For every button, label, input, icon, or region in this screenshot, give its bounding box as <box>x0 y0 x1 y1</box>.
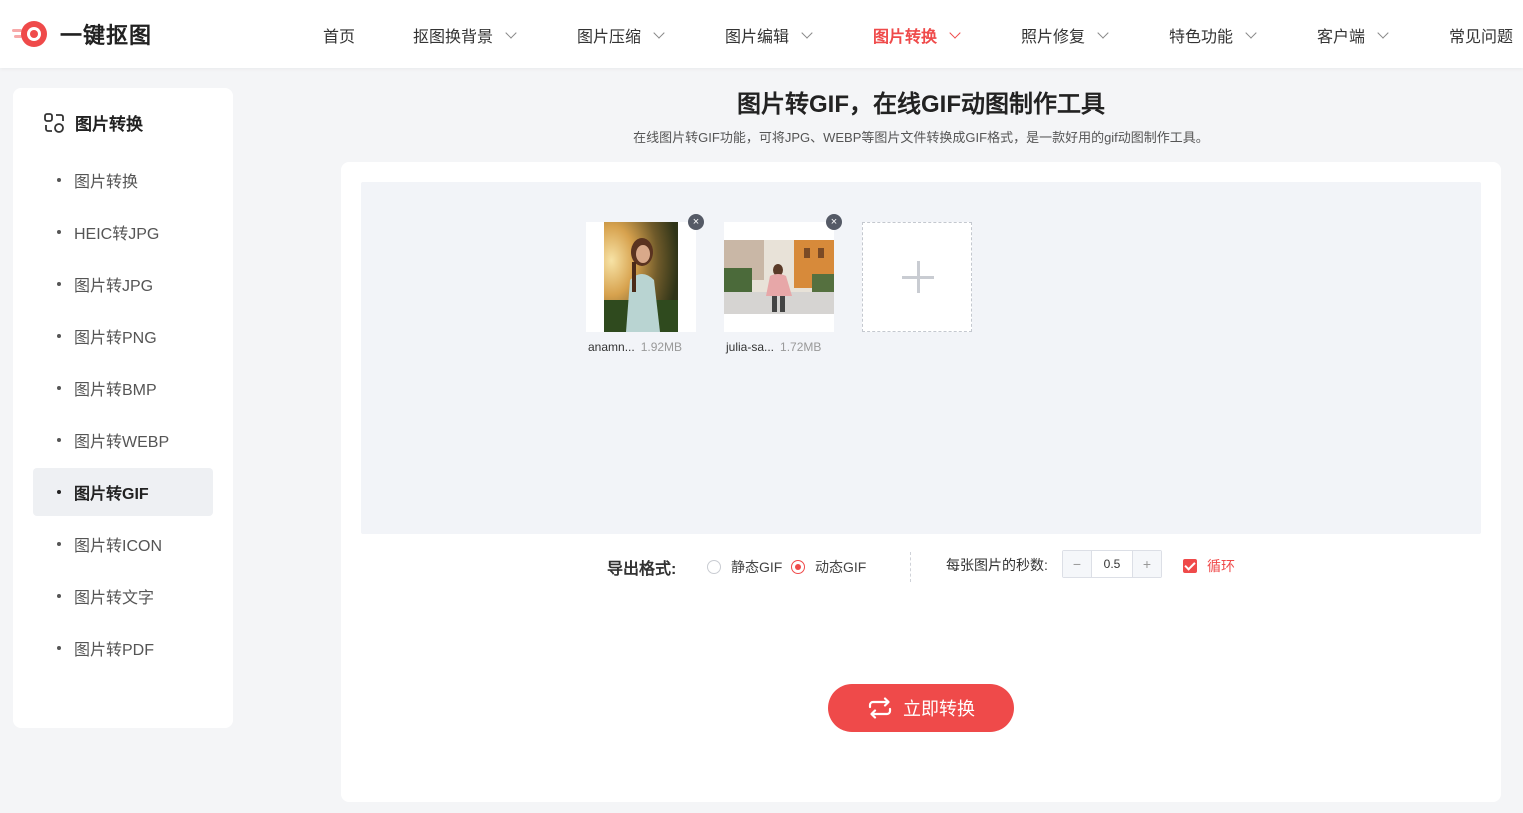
nav-convert[interactable]: 图片转换 <box>873 23 961 47</box>
nav-label: 特色功能 <box>1169 29 1234 46</box>
logo-icon <box>12 17 50 51</box>
page-title: 图片转GIF，在线GIF动图制作工具 <box>737 91 1105 118</box>
animated-gif-radio[interactable]: 动态GIF <box>791 557 866 577</box>
seconds-stepper: − 0.5 + <box>1062 550 1162 578</box>
nav-label: 图片转换 <box>873 29 938 46</box>
sidebar-item-label: 图片转ICON <box>74 538 163 555</box>
photo-thumbnail <box>724 240 834 314</box>
nav-label: 图片压缩 <box>577 29 642 46</box>
chevron-down-icon <box>505 26 517 39</box>
file-size: 1.72MB <box>780 340 822 354</box>
radio-off-icon <box>707 560 721 574</box>
chevron-down-icon <box>653 26 665 39</box>
sidebar-item-to-jpg[interactable]: 图片转JPG <box>33 260 213 308</box>
sidebar-item-label: 图片转换 <box>74 174 139 191</box>
sidebar-item-heic-jpg[interactable]: HEIC转JPG <box>33 208 213 256</box>
repeat-icon <box>868 697 892 719</box>
file-name: julia-sa... <box>726 340 775 354</box>
decrement-button[interactable]: − <box>1063 551 1091 577</box>
upload-dropzone[interactable]: × anamn... 1.92MB × julia-sa... 1.72MB <box>361 182 1481 534</box>
loop-label: 循环 <box>1207 558 1235 574</box>
nav-compress[interactable]: 图片压缩 <box>577 23 665 47</box>
remove-file-icon[interactable]: × <box>826 214 842 230</box>
photo-thumbnail <box>604 222 678 332</box>
bullet-icon <box>57 594 61 598</box>
bullet-icon <box>57 438 61 442</box>
remove-file-icon[interactable]: × <box>688 214 704 230</box>
increment-button[interactable]: + <box>1133 551 1161 577</box>
file-size: 1.92MB <box>640 340 683 354</box>
nav-cutout[interactable]: 抠图换背景 <box>413 23 517 47</box>
checkbox-checked-icon <box>1183 559 1197 573</box>
nav-faq[interactable]: 常见问题 <box>1449 23 1513 47</box>
chevron-down-icon <box>801 26 813 39</box>
sidebar: 图片转换 图片转换 HEIC转JPG 图片转JPG 图片转PNG 图片转BMP … <box>13 88 233 728</box>
sidebar-title-label: 图片转换 <box>75 115 143 134</box>
file-name: anamn... <box>588 340 635 354</box>
sidebar-title: 图片转换 <box>43 110 143 135</box>
nav-label: 常见问题 <box>1449 29 1514 46</box>
nav-label: 抠图换背景 <box>413 29 494 46</box>
nav-home[interactable]: 首页 <box>323 23 355 47</box>
sidebar-item-label: 图片转WEBP <box>74 434 170 451</box>
bullet-icon <box>57 230 61 234</box>
loop-checkbox[interactable]: 循环 <box>1183 556 1235 576</box>
file-thumbnail[interactable]: × <box>586 214 704 332</box>
convert-now-button[interactable]: 立即转换 <box>828 684 1014 732</box>
brand-logo[interactable]: 一键抠图 <box>12 17 152 51</box>
sidebar-item-to-pdf[interactable]: 图片转PDF <box>33 624 213 672</box>
sidebar-item-to-webp[interactable]: 图片转WEBP <box>33 416 213 464</box>
sidebar-item-label: 图片转JPG <box>74 278 154 295</box>
radio-on-icon <box>791 560 805 574</box>
sidebar-item-to-gif[interactable]: 图片转GIF <box>33 468 213 516</box>
nav-label: 客户端 <box>1317 29 1366 46</box>
sidebar-item-to-text[interactable]: 图片转文字 <box>33 572 213 620</box>
chevron-down-icon <box>1097 26 1109 39</box>
page-subtitle: 在线图片转GIF功能，可将JPG、WEBP等图片文件转换成GIF格式，是一款好用… <box>633 130 1209 145</box>
sidebar-item-label: 图片转BMP <box>74 382 157 399</box>
sidebar-item-label: 图片转GIF <box>74 486 149 503</box>
export-format-label: 导出格式: <box>607 561 677 578</box>
sidebar-item-to-png[interactable]: 图片转PNG <box>33 312 213 360</box>
sidebar-item-image-convert[interactable]: 图片转换 <box>33 156 213 204</box>
file-caption: anamn... 1.92MB <box>588 340 708 354</box>
sidebar-item-label: 图片转PDF <box>74 642 155 659</box>
chevron-down-icon <box>1377 26 1389 39</box>
options-divider <box>910 552 911 582</box>
seconds-per-image-label: 每张图片的秒数: <box>946 557 1048 573</box>
nav-edit[interactable]: 图片编辑 <box>725 23 813 47</box>
bullet-icon <box>57 490 61 494</box>
convert-category-icon <box>44 112 64 133</box>
bullet-icon <box>57 178 61 182</box>
static-gif-radio[interactable]: 静态GIF <box>707 557 782 577</box>
top-header: 一键抠图 首页 抠图换背景 图片压缩 图片编辑 图片转换 照片修复 特色功能 客… <box>0 0 1523 68</box>
radio-label: 动态GIF <box>815 559 867 575</box>
sidebar-item-to-icon[interactable]: 图片转ICON <box>33 520 213 568</box>
nav-label: 照片修复 <box>1021 29 1086 46</box>
radio-label: 静态GIF <box>731 559 783 575</box>
bullet-icon <box>57 282 61 286</box>
bullet-icon <box>57 334 61 338</box>
brand-name: 一键抠图 <box>60 23 153 48</box>
sidebar-item-to-bmp[interactable]: 图片转BMP <box>33 364 213 412</box>
nav-client[interactable]: 客户端 <box>1317 23 1389 47</box>
sidebar-item-label: 图片转PNG <box>74 330 157 347</box>
file-thumbnail[interactable]: × <box>724 214 842 332</box>
sidebar-item-label: 图片转文字 <box>74 590 155 607</box>
chevron-down-icon <box>949 26 961 39</box>
convert-button-label: 立即转换 <box>903 699 975 719</box>
nav-features[interactable]: 特色功能 <box>1169 23 1257 47</box>
chevron-down-icon <box>1245 26 1257 39</box>
add-image-button[interactable] <box>862 222 972 332</box>
seconds-input[interactable]: 0.5 <box>1091 551 1133 577</box>
file-caption: julia-sa... 1.72MB <box>726 340 846 354</box>
nav-repair[interactable]: 照片修复 <box>1021 23 1109 47</box>
bullet-icon <box>57 646 61 650</box>
bullet-icon <box>57 386 61 390</box>
nav-label: 首页 <box>323 29 356 46</box>
nav-label: 图片编辑 <box>725 29 790 46</box>
bullet-icon <box>57 542 61 546</box>
sidebar-item-label: HEIC转JPG <box>74 226 160 243</box>
converter-card: × anamn... 1.92MB × julia-sa... 1.72MB 导… <box>341 162 1501 802</box>
